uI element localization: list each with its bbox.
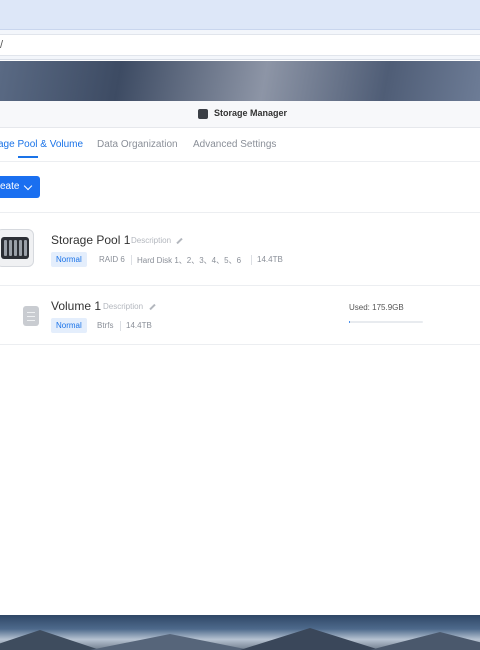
pool-capacity: 14.4TB — [257, 255, 283, 264]
window-title: Storage Manager — [214, 108, 288, 118]
divider — [0, 285, 480, 286]
storage-manager-window: Storage Manager age Pool & Volume Data O… — [0, 101, 480, 615]
main-tabs: age Pool & Volume Data Organization Adva… — [0, 128, 480, 162]
tab-storage-pool-volume[interactable]: age Pool & Volume — [0, 139, 83, 150]
desktop-wallpaper-top — [0, 61, 480, 101]
divider — [0, 344, 480, 345]
url-input[interactable]: / — [0, 34, 480, 56]
create-button-label: eate — [0, 181, 20, 192]
pool-raid-type: RAID 6 — [99, 255, 125, 264]
status-badge: Normal — [51, 318, 87, 333]
pencil-icon[interactable] — [149, 303, 156, 311]
separator — [131, 255, 132, 265]
status-badge: Normal — [51, 252, 87, 267]
pool-disks: Hard Disk 1、2、3、4、5、6 — [137, 256, 242, 265]
browser-tab-bar — [0, 0, 480, 30]
create-button[interactable]: eate — [0, 176, 40, 198]
desktop-wallpaper-bottom — [0, 615, 480, 650]
chevron-down-icon — [23, 181, 33, 191]
separator — [251, 255, 252, 265]
volume-description[interactable]: Description — [103, 302, 143, 311]
volume-name[interactable]: Volume 1 — [51, 299, 101, 313]
browser-address-bar: / — [0, 30, 480, 60]
tab-advanced-settings[interactable]: Advanced Settings — [193, 139, 276, 150]
volume-icon — [23, 306, 39, 326]
storage-pool-description[interactable]: Description — [131, 236, 171, 245]
active-tab-indicator — [18, 156, 38, 158]
storage-manager-app-icon — [198, 109, 208, 119]
pencil-icon[interactable] — [176, 237, 183, 245]
storage-pool-name[interactable]: Storage Pool 1 — [51, 233, 130, 247]
volume-used-label: Used: 175.9GB — [349, 303, 404, 312]
tab-data-organization[interactable]: Data Organization — [97, 139, 178, 150]
separator — [120, 321, 121, 331]
volume-capacity: 14.4TB — [126, 321, 152, 330]
window-titlebar[interactable]: Storage Manager — [0, 101, 480, 128]
volume-filesystem: Btrfs — [97, 321, 114, 330]
volume-usage-bar — [349, 321, 423, 323]
volume-usage-fill — [349, 321, 351, 323]
storage-pool-icon — [0, 229, 34, 267]
divider — [0, 212, 480, 213]
